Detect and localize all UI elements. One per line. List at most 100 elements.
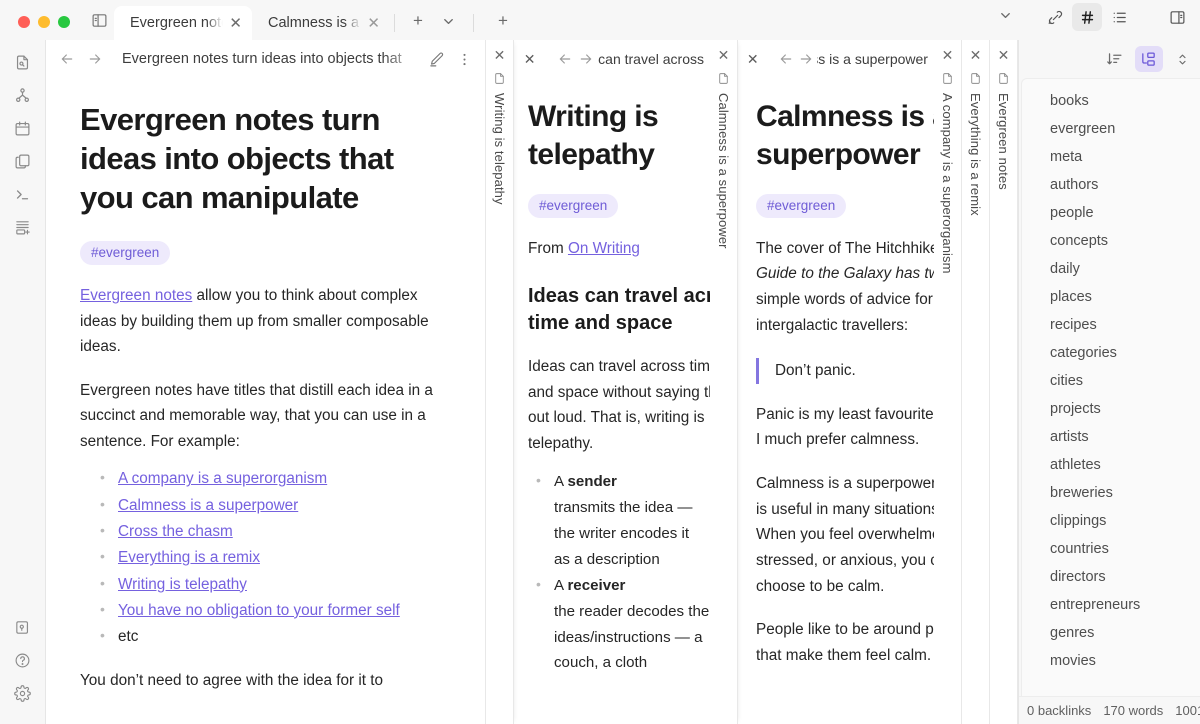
tag-pill-evergreen[interactable]: #evergreen: [80, 241, 171, 266]
internal-link-a-company-is-a-superorganism[interactable]: A company is a superorganism: [118, 470, 327, 487]
vault-icon[interactable]: [8, 611, 38, 644]
copy-files-icon[interactable]: [8, 145, 38, 178]
para-line: that make them feel calm.: [756, 647, 932, 665]
tag-item-authors[interactable]: authors: [1022, 171, 1200, 199]
para-line: The cover of The Hitchhiker’s: [756, 239, 934, 257]
maximize-window-button[interactable]: [58, 16, 70, 28]
graph-view-icon[interactable]: [8, 79, 38, 112]
tag-item-categories[interactable]: categories: [1022, 339, 1200, 367]
outline-list-icon[interactable]: [1104, 3, 1134, 31]
tag-item-genres[interactable]: genres: [1022, 619, 1200, 647]
internal-link-everything-is-a-remix[interactable]: Everything is a remix: [118, 549, 260, 566]
tags-icon[interactable]: [1072, 3, 1102, 31]
blockquote: Don’t panic.: [756, 358, 934, 384]
internal-link-writing-is-telepathy[interactable]: Writing is telepathy: [118, 576, 247, 593]
expand-collapse-icon[interactable]: [1169, 46, 1197, 72]
forward-button[interactable]: [82, 46, 108, 72]
calendar-icon[interactable]: [8, 112, 38, 145]
traffic-lights: [0, 16, 84, 40]
stack-pane-calmness-is-a-superpower: ✕ Calmness is a superpower Calmness is a…: [738, 40, 934, 724]
tag-item-artists[interactable]: artists: [1022, 423, 1200, 451]
close-icon[interactable]: ✕: [494, 48, 506, 62]
internal-link-cross-the-chasm[interactable]: Cross the chasm: [118, 523, 233, 540]
tag-item-projects[interactable]: projects: [1022, 395, 1200, 423]
tag-item-people[interactable]: people: [1022, 199, 1200, 227]
tag-item-directors[interactable]: directors: [1022, 563, 1200, 591]
forward-button[interactable]: [576, 46, 595, 72]
help-icon[interactable]: [8, 644, 38, 677]
tag-item-books[interactable]: books: [1022, 87, 1200, 115]
tag-pill-evergreen[interactable]: #evergreen: [528, 193, 619, 218]
tab-evergreen-notes[interactable]: Evergreen notes turn ideas into objects …: [114, 6, 252, 40]
document-icon: [493, 72, 506, 85]
tab-list-chevron-down-icon[interactable]: [433, 6, 463, 36]
close-icon[interactable]: ✕: [998, 48, 1010, 62]
tag-item-breweries[interactable]: breweries: [1022, 479, 1200, 507]
note-title-line-1: Writing is: [528, 100, 659, 133]
bullet-line: couch, a cloth: [554, 654, 648, 672]
close-icon[interactable]: ✕: [718, 48, 730, 62]
note-paragraph-3: Calmness is a superpower that is useful …: [756, 471, 934, 599]
back-button[interactable]: [555, 46, 574, 72]
tag-item-clippings[interactable]: clippings: [1022, 507, 1200, 535]
close-icon[interactable]: ✕: [367, 16, 380, 31]
terminal-icon[interactable]: [8, 178, 38, 211]
divider: [394, 14, 395, 32]
right-sidebar-toggle-icon[interactable]: [1162, 3, 1192, 31]
close-pane-button[interactable]: ✕: [520, 46, 539, 72]
back-button[interactable]: [778, 46, 796, 72]
back-button[interactable]: [54, 46, 80, 72]
internal-link-on-writing[interactable]: On Writing: [568, 240, 640, 257]
para-line: telepathy.: [528, 435, 594, 453]
left-ribbon: [0, 0, 46, 724]
internal-link-evergreen-notes[interactable]: Evergreen notes: [80, 287, 192, 304]
backlinks-icon[interactable]: [1040, 3, 1070, 31]
more-options-icon[interactable]: [451, 46, 477, 72]
tag-item-meta[interactable]: meta: [1022, 143, 1200, 171]
para-line: Panic is my least favourite state.: [756, 405, 934, 423]
new-pane-button[interactable]: +: [488, 6, 518, 36]
main-pane-header: Evergreen notes turn ideas into objects …: [46, 40, 485, 78]
internal-link-calmness-is-a-superpower[interactable]: Calmness is a superpower: [118, 497, 298, 514]
tag-item-movies[interactable]: movies: [1022, 647, 1200, 675]
vertical-tab-everything-is-a-remix[interactable]: ✕ Everything is a remix: [962, 40, 990, 724]
vertical-tab-a-company-is-a-superorganism[interactable]: ✕ A company is a superorganism: [934, 40, 962, 724]
tag-pill-evergreen[interactable]: #evergreen: [756, 193, 847, 218]
pane-list-chevron-down-icon[interactable]: [990, 0, 1020, 30]
pencil-icon[interactable]: [423, 46, 449, 72]
close-icon[interactable]: ✕: [970, 48, 982, 62]
bullet-line: the writer encodes it: [554, 524, 690, 542]
close-window-button[interactable]: [18, 16, 30, 28]
tag-item-concepts[interactable]: concepts: [1022, 227, 1200, 255]
minimize-window-button[interactable]: [38, 16, 50, 28]
close-icon[interactable]: ✕: [942, 48, 954, 62]
close-icon[interactable]: ✕: [229, 16, 242, 31]
tag-list[interactable]: books evergreen meta authors people conc…: [1021, 78, 1200, 696]
tag-item-daily[interactable]: daily: [1022, 255, 1200, 283]
tab-calmness-is-a-superpower[interactable]: Calmness is a superpower ✕: [252, 6, 390, 40]
tag-item-evergreen[interactable]: evergreen: [1022, 115, 1200, 143]
list-item: A sender transmits the idea — the writer e…: [534, 468, 710, 573]
tag-item-athletes[interactable]: athletes: [1022, 451, 1200, 479]
tag-item-places[interactable]: places: [1022, 283, 1200, 311]
nested-tags-icon[interactable]: [1134, 46, 1163, 72]
para-line: When you feel overwhelmed,: [756, 526, 934, 544]
settings-icon[interactable]: [8, 677, 38, 710]
tag-item-cities[interactable]: cities: [1022, 367, 1200, 395]
new-stack-icon[interactable]: [8, 211, 38, 244]
tag-item-countries[interactable]: countries: [1022, 535, 1200, 563]
vertical-tab-evergreen-notes[interactable]: ✕ Evergreen notes: [990, 40, 1018, 724]
forward-button[interactable]: [797, 46, 815, 72]
quick-switcher-icon[interactable]: [8, 46, 38, 79]
vertical-tab-writing-is-telepathy[interactable]: ✕ Writing is telepathy: [486, 40, 514, 724]
tag-item-entrepreneurs[interactable]: entrepreneurs: [1022, 591, 1200, 619]
sort-icon[interactable]: [1101, 46, 1129, 72]
new-tab-button[interactable]: +: [403, 6, 433, 36]
left-sidebar-toggle-icon[interactable]: [84, 6, 114, 34]
source-prefix: From: [528, 239, 568, 257]
internal-link-you-have-no-obligation[interactable]: You have no obligation to your former se…: [118, 602, 400, 619]
close-pane-button[interactable]: ✕: [744, 46, 762, 72]
tag-item-recipes[interactable]: recipes: [1022, 311, 1200, 339]
status-characters: 1001 characters: [1175, 703, 1200, 718]
vertical-tab-calmness-is-a-superpower[interactable]: ✕ Calmness is a superpower: [710, 40, 738, 724]
